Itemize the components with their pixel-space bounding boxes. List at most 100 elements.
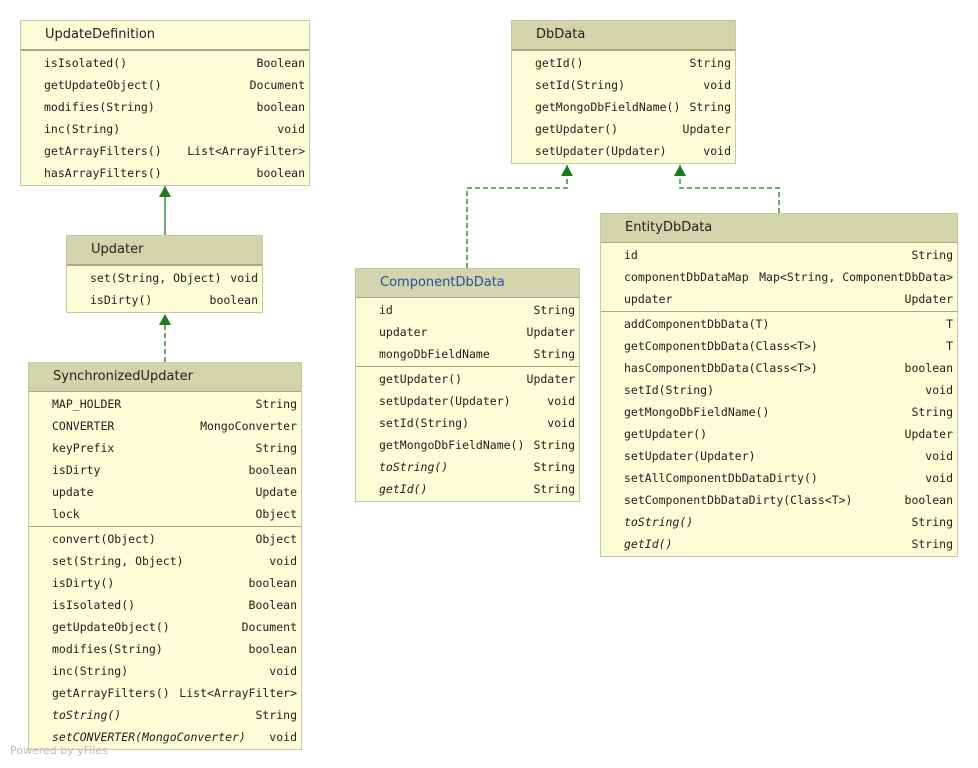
member-type: String — [911, 537, 953, 551]
member-type: List<ArrayFilter> — [187, 144, 305, 158]
member-type: String — [533, 482, 575, 496]
member-name: set(String, Object) — [90, 271, 222, 285]
member-type: Object — [255, 532, 297, 546]
member-name: update — [52, 485, 94, 499]
class-title: EntityDbData — [601, 214, 957, 243]
member-type: String — [255, 441, 297, 455]
class-synchronized-updater[interactable]: SynchronizedUpdater MAP_HOLDER String CONV… — [28, 362, 302, 750]
member-type: void — [925, 471, 953, 485]
method-row: setAllComponentDbDataDirty() void — [601, 467, 957, 489]
method-row: getMongoDbFieldName() String — [601, 401, 957, 423]
method-row: setUpdater(Updater) void — [601, 445, 957, 467]
member-name: setId(String) — [535, 78, 626, 92]
member-name: hasArrayFilters() — [44, 166, 162, 180]
method-row: getComponentDbData(Class<T>) T — [601, 335, 957, 357]
member-name: inc(String) — [52, 664, 129, 678]
field-row: updater Updater — [601, 288, 957, 310]
method-row: toString() String — [601, 511, 957, 533]
method-row: isDirty() boolean — [29, 572, 301, 594]
member-name: id — [379, 303, 393, 317]
member-type: Document — [241, 620, 297, 634]
method-row: modifies(String) boolean — [21, 96, 309, 118]
method-row: getMongoDbFieldName() String — [356, 434, 579, 456]
class-entity-db-data[interactable]: EntityDbData id String componentDbDataMap M… — [600, 213, 958, 557]
method-row: isIsolated() Boolean — [29, 594, 301, 616]
member-name: getArrayFilters() — [44, 144, 162, 158]
methods-section: convert(Object) Object set(String, Object)… — [29, 526, 301, 749]
member-name: isIsolated() — [44, 56, 128, 70]
member-type: Boolean — [248, 598, 297, 612]
method-row: getUpdateObject() Document — [29, 616, 301, 638]
method-row: addComponentDbData(T) T — [601, 313, 957, 335]
member-name: lock — [52, 507, 80, 521]
field-row: update Update — [29, 481, 301, 503]
member-name: isDirty() — [52, 576, 115, 590]
member-type: Updater — [682, 122, 731, 136]
methods-section: isIsolated() Boolean getUpdateObject() Docu… — [21, 50, 309, 185]
edge-line — [679, 165, 780, 213]
member-type: Updater — [904, 427, 953, 441]
class-update-definition[interactable]: UpdateDefinition isIsolated() Boolean getU… — [20, 20, 310, 186]
method-row: getId() String — [356, 478, 579, 500]
member-type: boolean — [248, 576, 297, 590]
field-row: componentDbDataMap Map<String, ComponentD… — [601, 266, 957, 288]
member-type: boolean — [248, 642, 297, 656]
member-type: String — [911, 248, 953, 262]
member-type: T — [946, 317, 953, 331]
member-name: setAllComponentDbDataDirty() — [624, 471, 818, 485]
member-name: convert(Object) — [52, 532, 156, 546]
method-row: setId(String) void — [512, 74, 735, 96]
method-row: inc(String) void — [29, 660, 301, 682]
member-name: toString() — [52, 708, 122, 722]
member-type: Updater — [526, 372, 575, 386]
member-name: setComponentDbDataDirty(Class<T>) — [624, 493, 853, 507]
member-type: Updater — [904, 292, 953, 306]
member-type: String — [689, 100, 731, 114]
member-name: setUpdater(Updater) — [379, 394, 511, 408]
member-type: void — [703, 78, 731, 92]
edge-updater-extends-update-definition — [159, 186, 171, 235]
member-name: isDirty() — [90, 293, 153, 307]
method-row: getArrayFilters() List<ArrayFilter> — [29, 682, 301, 704]
class-updater[interactable]: Updater set(String, Object) void isDirty()… — [66, 235, 263, 313]
member-type: Object — [255, 507, 297, 521]
method-row: setComponentDbDataDirty(Class<T>) boolean — [601, 489, 957, 511]
edge-synchronized-updater-implements-updater — [159, 314, 171, 362]
method-row: inc(String) void — [21, 118, 309, 140]
class-db-data[interactable]: DbData getId() String setId(String) void get… — [511, 20, 736, 164]
member-name: getUpdater() — [379, 372, 463, 386]
member-type: void — [230, 271, 258, 285]
member-name: inc(String) — [44, 122, 121, 136]
class-title: ComponentDbData — [356, 269, 579, 298]
member-type: String — [533, 438, 575, 452]
member-name: CONVERTER — [52, 419, 115, 433]
class-title: UpdateDefinition — [21, 21, 309, 50]
method-row: toString() String — [29, 704, 301, 726]
member-name: setUpdater(Updater) — [535, 144, 667, 158]
method-row: set(String, Object) void — [29, 550, 301, 572]
member-name: getUpdater() — [535, 122, 619, 136]
member-name: getId() — [535, 56, 584, 70]
member-type: boolean — [904, 493, 953, 507]
fields-section: id String updater Updater mongoDbFieldName St… — [356, 298, 579, 366]
member-name: componentDbDataMap — [624, 270, 749, 284]
edge-line — [466, 165, 568, 268]
member-name: modifies(String) — [52, 642, 163, 656]
member-type: String — [533, 303, 575, 317]
methods-section: set(String, Object) void isDirty() boolean — [67, 265, 262, 312]
member-name: keyPrefix — [52, 441, 115, 455]
member-type: String — [255, 397, 297, 411]
member-type: Boolean — [256, 56, 305, 70]
class-component-db-data[interactable]: ComponentDbData id String updater Updater mo… — [355, 268, 580, 502]
method-row: convert(Object) Object — [29, 528, 301, 550]
field-row: updater Updater — [356, 321, 579, 343]
method-row: hasArrayFilters() boolean — [21, 162, 309, 184]
member-type: void — [269, 554, 297, 568]
field-row: mongoDbFieldName String — [356, 343, 579, 365]
member-name: id — [624, 248, 638, 262]
member-type: boolean — [248, 463, 297, 477]
member-type: boolean — [209, 293, 258, 307]
methods-section: addComponentDbData(T) TgetComponentDbData… — [601, 311, 957, 556]
member-type: void — [925, 449, 953, 463]
field-row: keyPrefix String — [29, 437, 301, 459]
